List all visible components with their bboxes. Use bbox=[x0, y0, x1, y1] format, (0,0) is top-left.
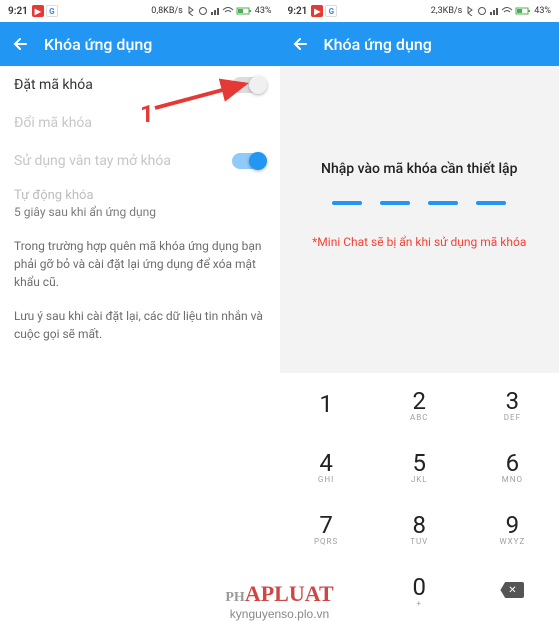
status-bar: 9:21 ▶ G 0,8KB/s 43% bbox=[0, 0, 280, 22]
network-speed: 0,8KB/s bbox=[151, 6, 183, 16]
battery-percent: 43% bbox=[534, 6, 551, 16]
back-button[interactable] bbox=[12, 35, 30, 53]
pin-input-dashes bbox=[332, 201, 506, 205]
arrow-left-icon bbox=[292, 35, 310, 53]
fingerprint-toggle[interactable] bbox=[232, 153, 266, 169]
arrow-left-icon bbox=[12, 35, 30, 53]
page-title: Khóa ứng dụng bbox=[44, 35, 152, 54]
status-app-icons: ▶ G bbox=[311, 5, 337, 17]
alarm-icon bbox=[198, 6, 208, 16]
key-2[interactable]: 2ABC bbox=[373, 373, 466, 435]
bluetooth-icon bbox=[465, 6, 475, 16]
set-lock-toggle[interactable] bbox=[232, 77, 266, 93]
backspace-icon: ✕ bbox=[500, 582, 524, 598]
status-bar: 9:21 ▶ G 2,3KB/s 43% bbox=[280, 0, 559, 22]
alarm-icon bbox=[477, 6, 487, 16]
app-icon: ▶ bbox=[311, 5, 323, 17]
numeric-keypad: 1 2ABC 3DEF 4GHI 5JKL 6MNO 7PQRS 8TUV 9W… bbox=[280, 373, 559, 621]
pin-warning: *Mini Chat sẽ bị ẩn khi sử dụng mã khóa bbox=[306, 235, 532, 249]
key-4[interactable]: 4GHI bbox=[280, 435, 373, 497]
pin-dash bbox=[476, 201, 506, 205]
pin-dash bbox=[428, 201, 458, 205]
auto-lock-sub: 5 giây sau khi ẩn ứng dụng bbox=[0, 205, 280, 229]
change-lock-row: Đổi mã khóa bbox=[0, 104, 280, 142]
pin-area: Nhập vào mã khóa cần thiết lập *Mini Cha… bbox=[280, 66, 559, 621]
clock: 9:21 bbox=[8, 6, 28, 17]
status-app-icons: ▶ G bbox=[32, 5, 58, 17]
app-icon: G bbox=[46, 5, 58, 17]
key-0[interactable]: 0+ bbox=[373, 559, 466, 621]
change-lock-label: Đổi mã khóa bbox=[14, 115, 92, 131]
set-lock-label: Đặt mã khóa bbox=[14, 77, 93, 93]
fingerprint-label: Sử dụng vân tay mở khóa bbox=[14, 153, 171, 169]
pin-prompt: Nhập vào mã khóa cần thiết lập bbox=[321, 161, 517, 177]
back-button[interactable] bbox=[292, 35, 310, 53]
key-empty bbox=[280, 559, 373, 621]
pin-dash bbox=[380, 201, 410, 205]
key-6[interactable]: 6MNO bbox=[466, 435, 559, 497]
note-forgot: Trong trường hợp quên mã khóa ứng dụng b… bbox=[0, 229, 280, 299]
pin-dash bbox=[332, 201, 362, 205]
key-5[interactable]: 5JKL bbox=[373, 435, 466, 497]
key-8[interactable]: 8TUV bbox=[373, 497, 466, 559]
page-title: Khóa ứng dụng bbox=[324, 35, 432, 54]
key-backspace[interactable]: ✕ bbox=[466, 559, 559, 621]
note-reset: Lưu ý sau khi cài đặt lại, các dữ liệu t… bbox=[0, 299, 280, 351]
app-header: Khóa ứng dụng bbox=[0, 22, 280, 66]
battery-percent: 43% bbox=[255, 6, 272, 16]
key-3[interactable]: 3DEF bbox=[466, 373, 559, 435]
clock: 9:21 bbox=[288, 6, 308, 17]
wifi-icon bbox=[501, 6, 513, 16]
app-header: Khóa ứng dụng bbox=[280, 22, 559, 66]
network-speed: 2,3KB/s bbox=[431, 6, 463, 16]
status-icons bbox=[186, 6, 252, 16]
settings-screen: 9:21 ▶ G 0,8KB/s 43% Khóa ứn bbox=[0, 0, 280, 621]
signal-icon bbox=[489, 6, 499, 16]
settings-content: Đặt mã khóa Đổi mã khóa Sử dụng vân tay … bbox=[0, 66, 280, 621]
signal-icon bbox=[210, 6, 220, 16]
auto-lock-label: Tự động khóa bbox=[0, 180, 280, 205]
wifi-icon bbox=[222, 6, 234, 16]
set-lock-row[interactable]: Đặt mã khóa bbox=[0, 66, 280, 104]
battery-icon bbox=[515, 6, 531, 16]
app-icon: G bbox=[325, 5, 337, 17]
pin-screen: 9:21 ▶ G 2,3KB/s 43% Khóa ứn bbox=[280, 0, 559, 621]
app-icon: ▶ bbox=[32, 5, 44, 17]
battery-icon bbox=[236, 6, 252, 16]
key-1[interactable]: 1 bbox=[280, 373, 373, 435]
key-9[interactable]: 9WXYZ bbox=[466, 497, 559, 559]
key-7[interactable]: 7PQRS bbox=[280, 497, 373, 559]
fingerprint-row: Sử dụng vân tay mở khóa bbox=[0, 142, 280, 180]
bluetooth-icon bbox=[186, 6, 196, 16]
status-icons bbox=[465, 6, 531, 16]
